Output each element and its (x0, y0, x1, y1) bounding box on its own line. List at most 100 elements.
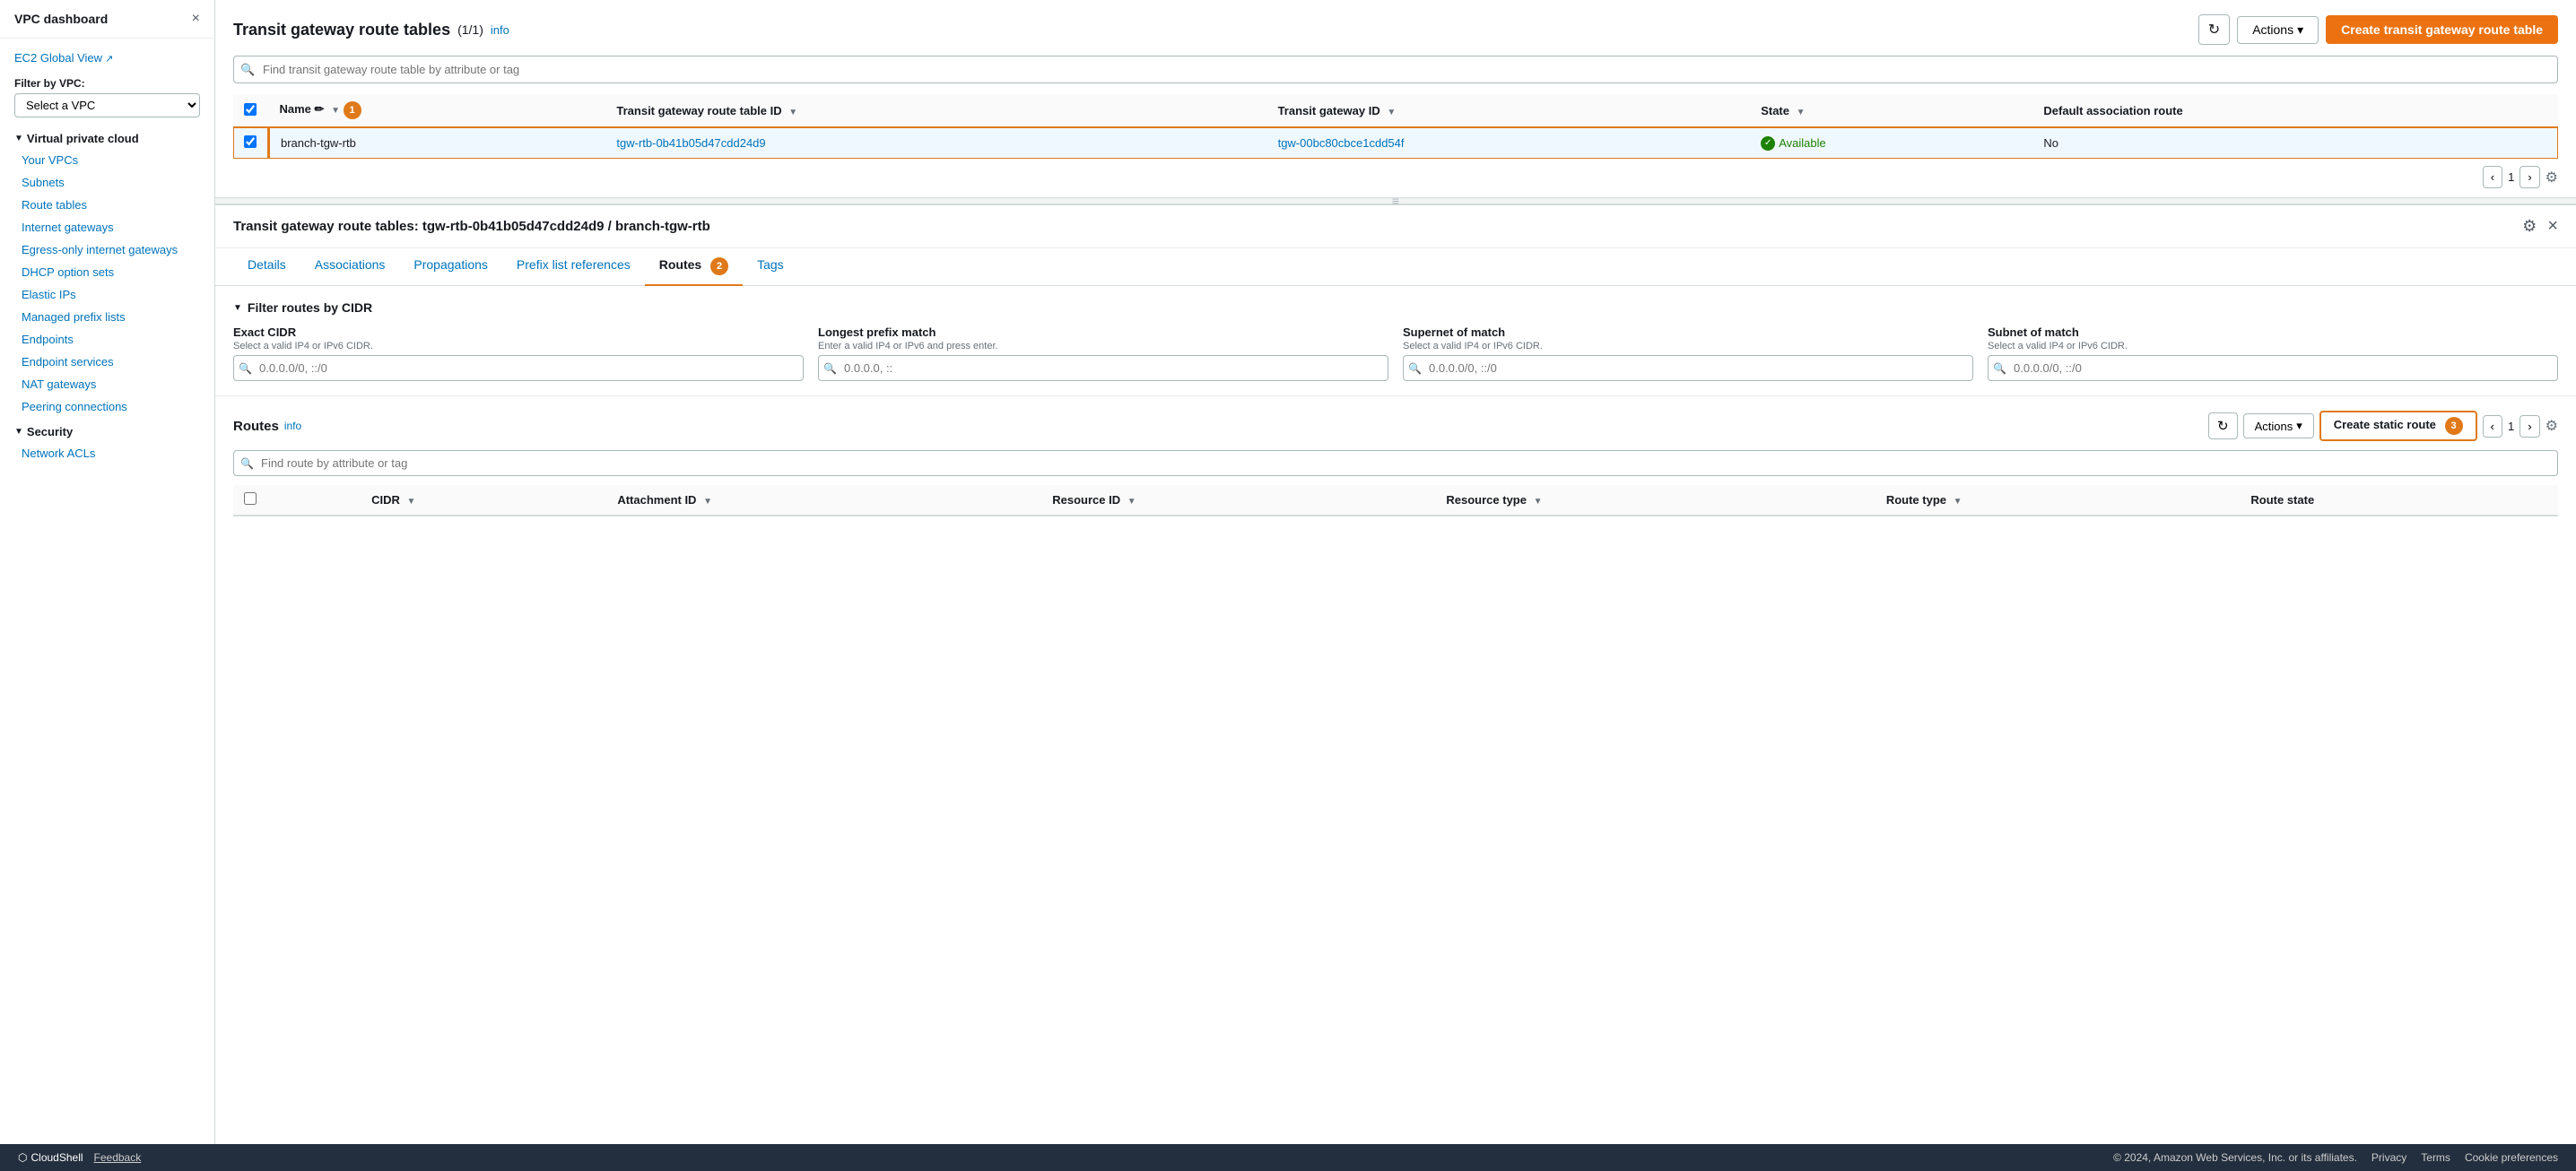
routes-col-route-state: Route state (2240, 485, 2558, 516)
sidebar-item-peering[interactable]: Peering connections (0, 395, 214, 418)
sidebar-item-subnets[interactable]: Subnets (0, 171, 214, 194)
routes-info-link[interactable]: info (284, 420, 301, 432)
top-panel-create-button[interactable]: Create transit gateway route table (2326, 15, 2558, 44)
filter-input-exact-cidr (233, 355, 804, 381)
routes-actions-button[interactable]: Actions ▾ (2243, 413, 2314, 438)
sidebar-item-your-vpcs[interactable]: Your VPCs (0, 149, 214, 171)
bottom-bar-terms-link[interactable]: Terms (2421, 1151, 2450, 1164)
top-panel-refresh-button[interactable]: ↻ (2198, 14, 2230, 45)
top-panel-header: Transit gateway route tables (1/1) info … (233, 14, 2558, 45)
sidebar-section-security[interactable]: Security (0, 418, 214, 442)
sidebar-filter-label: Filter by VPC: (14, 77, 200, 90)
routes-col-resource-type: Resource type ▼ (1435, 485, 1875, 516)
routes-search-input[interactable] (233, 450, 2558, 476)
row-tgw-id-link[interactable]: tgw-00bc80cbce1cdd54f (1278, 136, 1405, 150)
top-panel-col-tgw-id: Transit gateway ID ▼ (1267, 94, 1751, 127)
sidebar-vpc-select[interactable]: Select a VPC (14, 93, 200, 117)
sidebar-section-virtual-private-cloud[interactable]: Virtual private cloud (0, 125, 214, 149)
sidebar-item-network-acls[interactable]: Network ACLs (0, 442, 214, 464)
routes-next-page-button[interactable]: › (2519, 415, 2539, 438)
top-panel-count: (1/1) (457, 22, 483, 37)
main-content: Transit gateway route tables (1/1) info … (215, 0, 2576, 1171)
sidebar-item-ec2-global-view[interactable]: EC2 Global View (0, 46, 214, 70)
top-panel-next-page-button[interactable]: › (2519, 166, 2539, 188)
routes-col-resource-id-sort-icon[interactable]: ▼ (1127, 497, 1136, 507)
top-panel-select-all-checkbox[interactable] (244, 103, 257, 116)
sidebar-item-internet-gateways[interactable]: Internet gateways (0, 216, 214, 239)
filter-supernet-input[interactable] (1403, 355, 1973, 381)
top-panel-col-tgw-id-sort-icon[interactable]: ▼ (1387, 108, 1396, 117)
filter-field-exact-cidr: Exact CIDR Select a valid IP4 or IPv6 CI… (233, 325, 804, 381)
top-panel-col-state-sort-icon[interactable]: ▼ (1797, 108, 1806, 117)
tab-propagations[interactable]: Propagations (399, 248, 502, 286)
tab-associations[interactable]: Associations (300, 248, 400, 286)
routes-title: Routes info (233, 419, 301, 434)
tab-details[interactable]: Details (233, 248, 300, 286)
step2-badge: 2 (710, 257, 728, 275)
bottom-bar-privacy-link[interactable]: Privacy (2371, 1151, 2406, 1164)
detail-panel-tabs: Details Associations Propagations Prefix… (215, 248, 2576, 286)
top-panel-actions-chevron-icon: ▾ (2297, 22, 2303, 38)
tab-tags[interactable]: Tags (743, 248, 798, 286)
routes-section: Routes info ↻ Actions ▾ Create static ro… (215, 396, 2576, 516)
sidebar-item-route-tables[interactable]: Route tables (0, 194, 214, 216)
sidebar-item-dhcp[interactable]: DHCP option sets (0, 261, 214, 283)
filter-label-exact-cidr: Exact CIDR (233, 325, 804, 339)
top-panel-actions-button[interactable]: Actions ▾ (2237, 16, 2319, 44)
row-default-assoc: No (2043, 136, 2058, 150)
filter-subnet-input[interactable] (1988, 355, 2558, 381)
top-panel-search-input[interactable] (233, 56, 2558, 83)
routes-col-resource-id: Resource ID ▼ (1041, 485, 1435, 516)
detail-panel-gear-icon[interactable]: ⚙ (2522, 217, 2537, 236)
top-panel-col-state: State ▼ (1750, 94, 2032, 127)
filter-hint-exact-cidr: Select a valid IP4 or IPv6 CIDR. (233, 341, 804, 351)
routes-prev-page-button[interactable]: ‹ (2483, 415, 2502, 438)
detail-panel-header: Transit gateway route tables: tgw-rtb-0b… (215, 205, 2576, 248)
filter-label-subnet: Subnet of match (1988, 325, 2558, 339)
panel-drag-handle[interactable] (215, 197, 2576, 204)
sidebar-item-egress-only[interactable]: Egress-only internet gateways (0, 239, 214, 261)
row-checkbox[interactable] (244, 135, 257, 148)
bottom-bar-cookies-link[interactable]: Cookie preferences (2465, 1151, 2558, 1164)
row-state-cell: Available (1750, 127, 2032, 159)
filter-exact-cidr-input[interactable] (233, 355, 804, 381)
table-row[interactable]: branch-tgw-rtb tgw-rtb-0b41b05d47cdd24d9… (233, 127, 2558, 159)
top-panel-col-rtb-id: Transit gateway route table ID ▼ (605, 94, 1266, 127)
routes-col-cidr-sort-icon[interactable]: ▼ (407, 497, 416, 507)
routes-refresh-button[interactable]: ↻ (2208, 412, 2238, 439)
row-rtb-id-link[interactable]: tgw-rtb-0b41b05d47cdd24d9 (616, 136, 765, 150)
filter-grid: Exact CIDR Select a valid IP4 or IPv6 CI… (233, 325, 2558, 381)
top-panel-prev-page-button[interactable]: ‹ (2483, 166, 2502, 188)
sidebar-item-prefix-lists[interactable]: Managed prefix lists (0, 306, 214, 328)
routes-col-attachment-id-sort-icon[interactable]: ▼ (703, 497, 712, 507)
tab-routes[interactable]: Routes 2 (645, 248, 743, 286)
tab-prefix-list-references[interactable]: Prefix list references (502, 248, 645, 286)
top-panel-col-name-edit-icon[interactable]: ✏ (315, 102, 325, 116)
sidebar-item-nat-gateways[interactable]: NAT gateways (0, 373, 214, 395)
routes-col-resource-type-sort-icon[interactable]: ▼ (1534, 497, 1543, 507)
filter-section-title[interactable]: Filter routes by CIDR (233, 300, 2558, 315)
top-panel-pagination-settings-icon[interactable]: ⚙ (2546, 169, 2558, 186)
routes-table: CIDR ▼ Attachment ID ▼ Resource ID (233, 485, 2558, 516)
top-panel-select-all-cell (233, 94, 269, 127)
top-panel-table: Name ✏ ▼ 1 Transit gateway route table I… (233, 94, 2558, 159)
sidebar-item-endpoint-services[interactable]: Endpoint services (0, 351, 214, 373)
routes-select-all-checkbox[interactable] (244, 492, 257, 505)
routes-table-container: CIDR ▼ Attachment ID ▼ Resource ID (233, 485, 2558, 516)
sidebar-item-endpoints[interactable]: Endpoints (0, 328, 214, 351)
sidebar-close-icon[interactable]: × (192, 11, 200, 27)
routes-col-route-type-sort-icon[interactable]: ▼ (1954, 497, 1962, 507)
filter-input-longest-prefix (818, 355, 1388, 381)
routes-pagination-settings-icon[interactable]: ⚙ (2546, 417, 2558, 435)
filter-label-supernet: Supernet of match (1403, 325, 1973, 339)
routes-table-header-row: CIDR ▼ Attachment ID ▼ Resource ID (233, 485, 2558, 516)
routes-actions: ↻ Actions ▾ Create static route 3 ‹ 1 (2208, 411, 2558, 441)
detail-panel-close-icon[interactable]: × (2547, 216, 2558, 237)
top-panel-col-name-sort-icon[interactable]: ▼ (331, 106, 340, 116)
filter-longest-prefix-input[interactable] (818, 355, 1388, 381)
top-panel-info-link[interactable]: info (491, 23, 509, 37)
top-panel-page-num: 1 (2508, 170, 2514, 184)
top-panel-col-rtb-id-sort-icon[interactable]: ▼ (788, 108, 797, 117)
routes-create-static-route-button[interactable]: Create static route 3 (2319, 411, 2477, 441)
sidebar-item-elastic-ips[interactable]: Elastic IPs (0, 283, 214, 306)
